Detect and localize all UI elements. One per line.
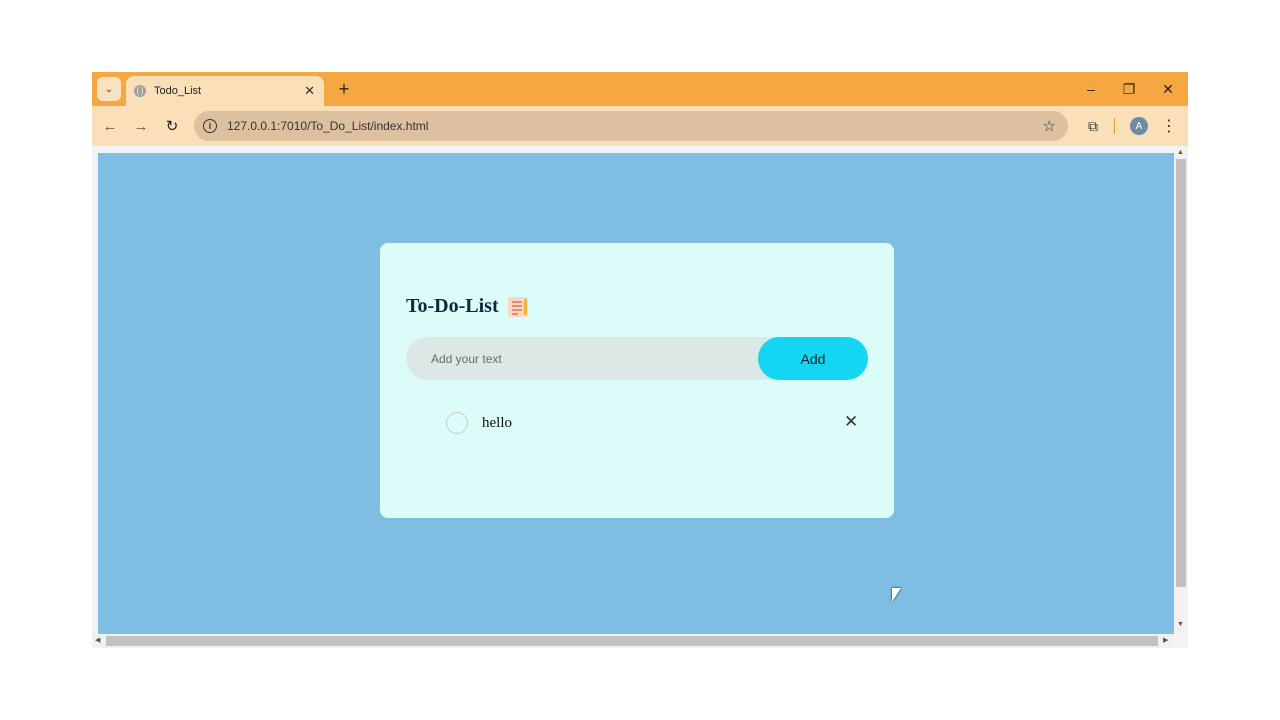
vertical-scrollbar[interactable]: ▲ ▼ [1174, 147, 1188, 634]
minimize-button[interactable]: – [1072, 72, 1110, 106]
browser-menu-icon[interactable]: ⋮ [1157, 114, 1181, 138]
app-title: To-Do-List [406, 295, 499, 317]
vertical-scroll-thumb[interactable] [1176, 159, 1186, 587]
chevron-down-icon: ⌄ [104, 83, 114, 95]
address-bar[interactable]: i 127.0.0.1:7010/To_Do_List/index.html ☆ [194, 111, 1068, 141]
scroll-up-icon[interactable]: ▲ [1177, 149, 1184, 156]
todo-checkbox[interactable] [446, 412, 468, 434]
url-text[interactable]: 127.0.0.1:7010/To_Do_List/index.html [227, 119, 1043, 133]
mouse-cursor-icon [892, 588, 901, 602]
page-title: To-Do-List [406, 295, 528, 318]
scroll-right-icon[interactable]: ▶ [1163, 636, 1168, 644]
delete-icon[interactable]: ✕ [844, 411, 858, 433]
browser-window: ⌄ Todo_List ✕ + – ❐ ✕ ← → ↻ i 127.0.0.1:… [92, 72, 1188, 648]
tab-strip: ⌄ Todo_List ✕ + – ❐ ✕ [92, 72, 1188, 106]
restore-button[interactable]: ❐ [1110, 72, 1148, 106]
todo-input[interactable] [406, 337, 736, 380]
forward-button[interactable]: → [129, 114, 153, 138]
notepad-icon [507, 296, 528, 317]
window-close-button[interactable]: ✕ [1149, 72, 1187, 106]
new-tab-button[interactable]: + [332, 77, 356, 101]
globe-icon [134, 85, 146, 97]
todo-text[interactable]: hello [482, 415, 512, 432]
info-icon[interactable]: i [203, 119, 217, 133]
tab-close-button[interactable]: ✕ [304, 83, 315, 99]
horizontal-scrollbar[interactable]: ◀ ▶ [92, 634, 1174, 648]
horizontal-scroll-thumb[interactable] [106, 636, 1158, 646]
list-item[interactable]: hello ✕ [446, 411, 862, 437]
extensions-icon[interactable]: ⧉ [1081, 114, 1105, 138]
toolbar-divider [1114, 118, 1115, 134]
browser-tab[interactable]: Todo_List ✕ [126, 76, 324, 106]
browser-toolbar: ← → ↻ i 127.0.0.1:7010/To_Do_List/index.… [92, 106, 1188, 146]
bookmark-star-icon[interactable]: ☆ [1043, 117, 1056, 135]
profile-avatar[interactable]: A [1130, 117, 1148, 135]
page-viewport: To-Do-List Add hello ✕ [98, 153, 1174, 634]
add-button[interactable]: Add [758, 337, 868, 380]
input-row: Add [406, 337, 868, 380]
reload-button[interactable]: ↻ [160, 114, 184, 138]
todo-card: To-Do-List Add hello ✕ [380, 243, 894, 518]
scroll-down-icon[interactable]: ▼ [1177, 621, 1184, 628]
tab-title: Todo_List [154, 85, 202, 97]
tab-search-button[interactable]: ⌄ [97, 77, 121, 101]
back-button[interactable]: ← [98, 114, 122, 138]
scroll-left-icon[interactable]: ◀ [95, 636, 100, 644]
